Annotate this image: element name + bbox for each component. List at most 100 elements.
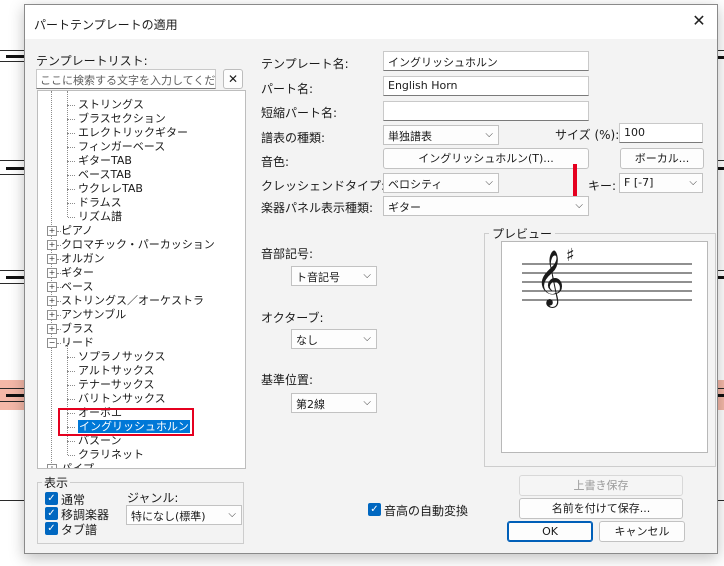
base-position-label: 基準位置: [261, 373, 314, 387]
ok-button[interactable]: OK [507, 521, 593, 542]
crescendo-type-label: クレッシェンドタイプ: [261, 179, 386, 193]
expand-icon[interactable]: + [47, 226, 57, 236]
tree-item[interactable]: フィンガーベース [78, 140, 165, 154]
save-as-button[interactable]: 名前を付けて保存... [519, 498, 683, 519]
check-icon: ✓ [370, 504, 379, 515]
expand-icon[interactable]: + [47, 282, 57, 292]
template-search-input[interactable]: ここに検索する文字を入力してください [36, 69, 216, 89]
tree-item[interactable]: ソプラノサックス [78, 350, 165, 364]
octave-label: オクターブ: [261, 311, 324, 325]
vocal-button[interactable]: ボーカル... [620, 148, 704, 169]
clear-search-button[interactable]: ✕ [223, 69, 243, 89]
tree-connector [67, 133, 68, 147]
expand-icon[interactable]: + [47, 464, 57, 468]
expand-icon[interactable]: + [47, 240, 57, 250]
tree-connector [68, 175, 75, 176]
tree-item[interactable]: リズム譜 [78, 210, 122, 224]
chevron-down-icon: ⌵ [485, 129, 493, 140]
close-icon[interactable]: ✕ [691, 13, 707, 29]
template-name-input[interactable]: イングリッシュホルン [383, 51, 589, 71]
tree-item-label: ウクレレTAB [78, 182, 143, 195]
chevron-down-icon: ⌵ [363, 333, 371, 344]
auto-transpose-checkbox[interactable]: ✓ [368, 503, 381, 516]
tree-item-label: パイプ [61, 462, 94, 469]
chevron-down-icon: ⌵ [363, 270, 371, 281]
close-icon: ✕ [227, 72, 239, 86]
key-select[interactable]: F [-7] ⌵ [619, 173, 703, 193]
short-part-name-input[interactable] [383, 101, 589, 121]
octave-select[interactable]: なし ⌵ [291, 329, 377, 349]
expand-icon[interactable]: + [47, 268, 57, 278]
tree-item-label: フィンガーベース [78, 140, 166, 153]
tree-item[interactable]: ウクレレTAB [78, 182, 143, 196]
tree-item-label: エレクトリックギター [78, 126, 188, 139]
tree-item[interactable]: アルトサックス [78, 364, 155, 378]
tree-item-label: リズム譜 [78, 210, 122, 223]
tree-item[interactable]: ストリングス／オーケストラ [61, 294, 204, 308]
staff-type-select[interactable]: 単独譜表 ⌵ [383, 125, 499, 145]
checkbox-normal[interactable]: ✓ [45, 492, 58, 505]
dialog-title: パートテンプレートの適用 [34, 18, 178, 32]
tree-item[interactable]: ベース [61, 280, 93, 294]
tree-item[interactable]: ギター [61, 266, 94, 280]
tree-item[interactable]: ベースTAB [78, 168, 131, 182]
part-name-input[interactable]: English Horn [383, 76, 589, 96]
tree-item-label: ブラスセクション [78, 112, 166, 125]
preview-label: プレビュー [489, 225, 556, 242]
tree-item[interactable]: パイプ [61, 462, 94, 469]
octave-value: なし [296, 334, 318, 347]
collapse-icon[interactable]: − [47, 338, 57, 348]
tree-connector [68, 119, 75, 120]
tree-item[interactable]: オルガン [61, 252, 105, 266]
tree-connector [68, 105, 75, 106]
tree-connector [68, 203, 75, 204]
tree-item[interactable]: ブラス [61, 322, 94, 336]
expand-icon[interactable]: + [47, 296, 57, 306]
check-icon: ✓ [47, 493, 56, 504]
tree-item[interactable]: ドラムス [78, 196, 122, 210]
tree-connector [68, 357, 75, 358]
clef-select[interactable]: ト音記号 ⌵ [291, 266, 377, 286]
crescendo-type-value: ベロシティ [388, 178, 443, 191]
chevron-down-icon: ⌵ [575, 200, 583, 211]
part-name-label: パート名: [261, 82, 314, 96]
staff-type-label: 譜表の種類: [261, 131, 326, 145]
tree-item[interactable]: ストリングス [78, 98, 144, 112]
tree-item[interactable]: リード [61, 336, 94, 350]
cancel-button[interactable]: キャンセル [599, 521, 685, 542]
tree-item-label: ピアノ [61, 224, 94, 237]
tree-connector [68, 147, 75, 148]
tree-item[interactable]: バスーン [78, 434, 121, 448]
tree-item[interactable]: エレクトリックギター [78, 126, 188, 140]
tree-item[interactable]: ブラスセクション [78, 112, 166, 126]
crescendo-type-select[interactable]: ベロシティ ⌵ [383, 173, 499, 193]
key-value: F [-7] [624, 176, 654, 189]
checkbox-tab[interactable]: ✓ [45, 522, 58, 535]
chevron-down-icon: ⌵ [485, 177, 493, 188]
sharp-icon: ♯ [566, 245, 575, 266]
tree-item-label: ベースTAB [78, 168, 132, 181]
tree-item[interactable]: バリトンサックス [78, 392, 166, 406]
tree-item[interactable]: アンサンブル [61, 308, 126, 322]
tree-item[interactable]: ギターTAB [78, 154, 132, 168]
tree-item-label: ベース [61, 280, 94, 293]
base-position-select[interactable]: 第2線 ⌵ [291, 393, 377, 413]
genre-select[interactable]: 特になし(標準) ⌵ [126, 505, 242, 525]
tree-item[interactable]: テナーサックス [78, 378, 154, 392]
expand-icon[interactable]: + [47, 324, 57, 334]
checkbox-transposing[interactable]: ✓ [45, 507, 58, 520]
tree-item[interactable]: クラリネット [78, 448, 144, 462]
tree-connector [67, 175, 68, 189]
panel-type-select[interactable]: ギター ⌵ [383, 196, 589, 216]
size-input[interactable]: 100 [619, 123, 703, 143]
tree-connector [68, 385, 75, 386]
tone-button[interactable]: イングリッシュホルン(T)... [383, 148, 589, 169]
tree-item[interactable]: ピアノ [61, 224, 93, 238]
tree-connector [68, 371, 75, 372]
tree-item-label: ストリングス／オーケストラ [61, 294, 204, 307]
expand-icon[interactable]: + [47, 254, 57, 264]
expand-icon[interactable]: + [47, 310, 57, 320]
chevron-down-icon: ⌵ [228, 509, 236, 520]
tree-item[interactable]: クロマチック・パーカッション [61, 238, 215, 252]
overwrite-save-button[interactable]: 上書き保存 [519, 475, 683, 496]
